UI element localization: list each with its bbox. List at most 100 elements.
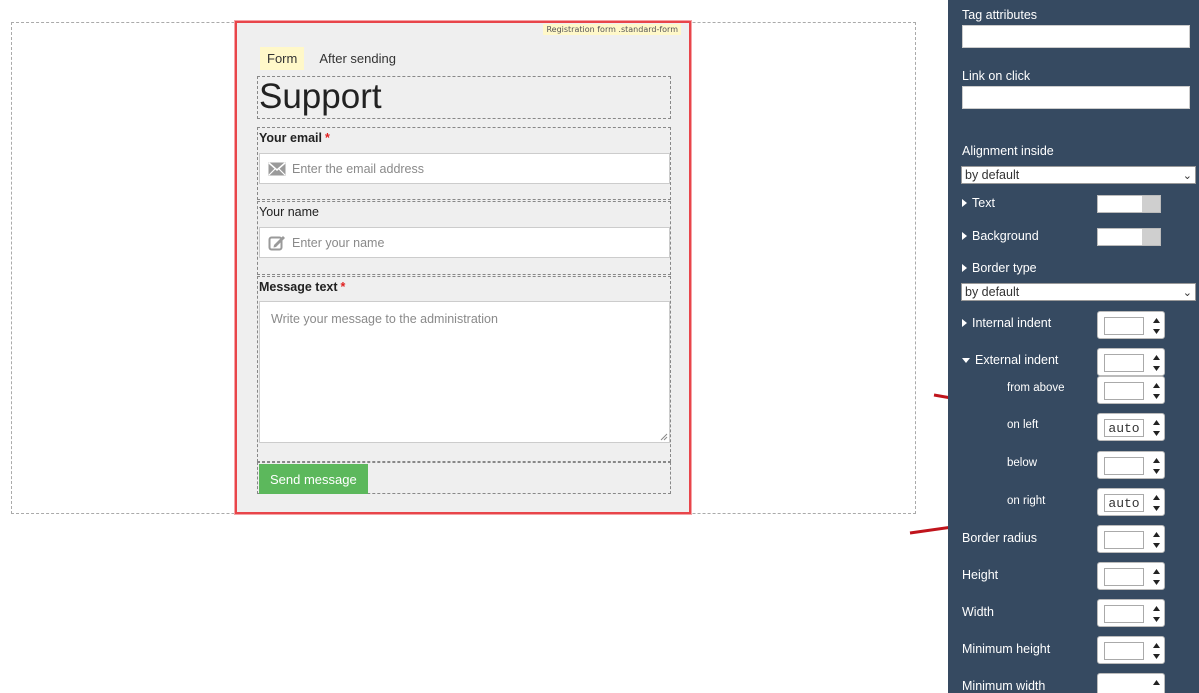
send-message-button[interactable]: Send message xyxy=(259,464,368,494)
below-stepper[interactable] xyxy=(1097,451,1165,479)
internal-indent-input[interactable] xyxy=(1104,317,1144,335)
email-field-block[interactable]: Your email * Enter the email address xyxy=(257,127,671,200)
internal-indent-label: Internal indent xyxy=(972,316,1052,330)
message-label: Message text * xyxy=(259,280,345,294)
name-input[interactable]: Enter your name xyxy=(259,227,670,258)
stepper-up-icon[interactable] xyxy=(1151,529,1161,539)
border-radius-stepper[interactable] xyxy=(1097,525,1165,553)
stepper-up-icon[interactable] xyxy=(1151,315,1161,325)
min-height-input[interactable] xyxy=(1104,642,1144,660)
stepper-down-icon[interactable] xyxy=(1151,363,1161,373)
alignment-inside-value: by default xyxy=(965,168,1020,182)
background-color-swatch[interactable] xyxy=(1097,228,1161,246)
from-above-input[interactable] xyxy=(1104,382,1144,400)
text-color-swatch[interactable] xyxy=(1097,195,1161,213)
width-label: Width xyxy=(962,605,994,619)
from-above-stepper[interactable] xyxy=(1097,376,1165,404)
background-expander[interactable]: Background xyxy=(962,229,1039,243)
internal-indent-expander[interactable]: Internal indent xyxy=(962,316,1051,330)
min-height-label: Minimum height xyxy=(962,642,1051,656)
name-field-block[interactable]: Your name Enter your name xyxy=(257,201,671,275)
min-width-stepper[interactable] xyxy=(1097,673,1165,693)
caret-right-icon xyxy=(962,264,967,272)
stepper-down-icon[interactable] xyxy=(1151,577,1161,587)
text-expander[interactable]: Text xyxy=(962,196,995,210)
required-marker: * xyxy=(340,280,346,294)
on-right-label: on right xyxy=(1007,495,1046,507)
caret-right-icon xyxy=(962,319,967,327)
stepper-down-icon[interactable] xyxy=(1151,391,1161,401)
envelope-icon xyxy=(268,160,286,178)
email-input[interactable]: Enter the email address xyxy=(259,153,670,184)
stepper-up-icon[interactable] xyxy=(1151,417,1161,427)
below-input[interactable] xyxy=(1104,457,1144,475)
stepper-down-icon[interactable] xyxy=(1151,428,1161,438)
external-indent-stepper[interactable] xyxy=(1097,348,1165,376)
stepper-up-icon[interactable] xyxy=(1151,677,1161,687)
background-expander-label: Background xyxy=(972,229,1039,243)
edit-icon xyxy=(268,234,286,252)
required-marker: * xyxy=(324,131,330,145)
internal-indent-stepper[interactable] xyxy=(1097,311,1165,339)
chevron-down-icon: ⌄ xyxy=(1182,169,1192,182)
stepper-up-icon[interactable] xyxy=(1151,352,1161,362)
on-right-input[interactable] xyxy=(1104,494,1144,512)
registration-form-block[interactable]: Registration form .standard-form Form Af… xyxy=(235,21,691,514)
external-indent-input[interactable] xyxy=(1104,354,1144,372)
border-radius-input[interactable] xyxy=(1104,531,1144,549)
form-tabs: Form After sending xyxy=(260,47,403,70)
on-right-stepper[interactable] xyxy=(1097,488,1165,516)
stepper-up-icon[interactable] xyxy=(1151,640,1161,650)
email-placeholder: Enter the email address xyxy=(292,161,425,176)
height-stepper[interactable] xyxy=(1097,562,1165,590)
stepper-down-icon[interactable] xyxy=(1151,614,1161,624)
name-label: Your name xyxy=(259,205,319,219)
text-expander-label: Text xyxy=(972,196,995,210)
stepper-up-icon[interactable] xyxy=(1151,380,1161,390)
caret-down-icon xyxy=(962,357,970,363)
link-on-click-label: Link on click xyxy=(962,69,1031,83)
message-field-block[interactable]: Message text * Write your message to the … xyxy=(257,276,671,462)
form-heading: Support xyxy=(259,77,382,116)
border-type-select[interactable]: by default ⌄ xyxy=(961,283,1196,301)
on-left-label: on left xyxy=(1007,419,1039,431)
stepper-up-icon[interactable] xyxy=(1151,603,1161,613)
stepper-up-icon[interactable] xyxy=(1151,566,1161,576)
width-stepper[interactable] xyxy=(1097,599,1165,627)
resize-grip-icon[interactable] xyxy=(659,432,668,441)
properties-panel: Tag attributes Link on click Alignment i… xyxy=(948,0,1199,693)
stepper-down-icon[interactable] xyxy=(1151,540,1161,550)
stepper-up-icon[interactable] xyxy=(1151,455,1161,465)
send-button-block: Send message xyxy=(257,462,671,494)
name-placeholder: Enter your name xyxy=(292,235,385,250)
tab-after-sending[interactable]: After sending xyxy=(312,47,403,70)
alignment-inside-label: Alignment inside xyxy=(962,144,1054,158)
height-label: Height xyxy=(962,568,999,582)
stepper-down-icon[interactable] xyxy=(1151,651,1161,661)
caret-right-icon xyxy=(962,232,967,240)
border-type-label: Border type xyxy=(972,261,1037,275)
stepper-up-icon[interactable] xyxy=(1151,492,1161,502)
on-left-stepper[interactable] xyxy=(1097,413,1165,441)
min-height-stepper[interactable] xyxy=(1097,636,1165,664)
external-indent-expander[interactable]: External indent xyxy=(962,353,1058,367)
alignment-inside-select[interactable]: by default ⌄ xyxy=(961,166,1196,184)
width-input[interactable] xyxy=(1104,605,1144,623)
message-textarea[interactable]: Write your message to the administration xyxy=(259,301,670,443)
on-left-input[interactable] xyxy=(1104,419,1144,437)
stepper-down-icon[interactable] xyxy=(1151,503,1161,513)
tab-form[interactable]: Form xyxy=(260,47,305,70)
block-class-tag: Registration form .standard-form xyxy=(543,24,681,35)
swatch-handle xyxy=(1142,229,1160,245)
stepper-down-icon[interactable] xyxy=(1151,466,1161,476)
form-heading-block[interactable]: Support xyxy=(257,76,671,119)
tag-attributes-label: Tag attributes xyxy=(962,8,1038,22)
link-on-click-input[interactable] xyxy=(962,86,1190,109)
min-width-label: Minimum width xyxy=(962,679,1046,693)
tag-attributes-input[interactable] xyxy=(962,25,1190,48)
height-input[interactable] xyxy=(1104,568,1144,586)
border-type-expander[interactable]: Border type xyxy=(962,261,1037,275)
external-indent-label: External indent xyxy=(975,353,1059,367)
stepper-down-icon[interactable] xyxy=(1151,326,1161,336)
from-above-label: from above xyxy=(1007,382,1065,394)
